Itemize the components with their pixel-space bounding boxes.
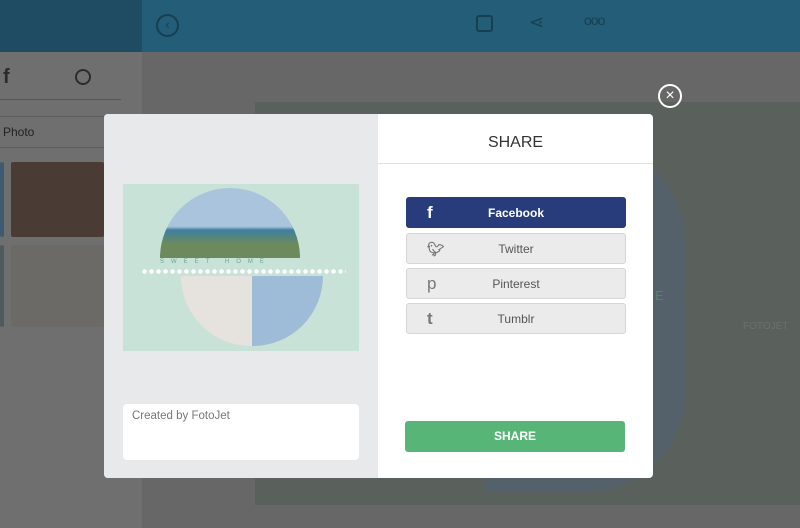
tumblr-label: Tumblr (497, 312, 535, 326)
save-icon[interactable] (476, 15, 493, 32)
twitter-icon: 🐦︎ (427, 241, 445, 257)
more-icon[interactable]: ooo (584, 12, 605, 28)
tumblr-icon: t (427, 309, 433, 328)
facebook-icon[interactable]: f (3, 66, 10, 89)
canvas-watermark: FOTOJET (743, 321, 789, 332)
pinterest-button[interactable]: p Pinterest (406, 268, 626, 299)
share-icon[interactable]: ⋖ (529, 12, 544, 33)
back-icon[interactable]: ‹ (156, 14, 179, 37)
collage-preview: SWEET HOME (123, 184, 359, 351)
close-icon[interactable]: × (658, 84, 682, 108)
pinterest-icon: p (427, 274, 437, 293)
share-button[interactable]: SHARE (405, 421, 625, 452)
dot-row (141, 269, 346, 274)
pinterest-label: Pinterest (492, 277, 540, 291)
topbar-left (0, 0, 142, 52)
caption-input[interactable] (123, 404, 359, 460)
facebook-button[interactable]: f Facebook (406, 197, 626, 228)
preview-panel: SWEET HOME (104, 114, 378, 478)
collage-title: SWEET HOME (160, 259, 271, 265)
photo-thumbnail[interactable] (0, 245, 4, 327)
collage-bottom-half (181, 276, 323, 346)
canvas-letter: E (655, 288, 664, 303)
collage-top-half (160, 188, 300, 258)
tumblr-button[interactable]: t Tumblr (406, 303, 626, 334)
divider (0, 99, 121, 100)
photo-thumbnail[interactable] (0, 162, 4, 237)
photo-thumbnail[interactable] (11, 245, 104, 327)
toolbar: ‹ ⋖ ooo (142, 0, 800, 52)
dialog-title: SHARE (378, 114, 653, 164)
facebook-label: Facebook (487, 206, 544, 220)
globe-icon[interactable] (75, 69, 91, 85)
share-dialog: SWEET HOME SHARE f Facebook 🐦︎ Twitter p Pi… (104, 114, 653, 478)
photo-thumbnail[interactable] (11, 162, 104, 237)
twitter-label: Twitter (498, 242, 534, 256)
twitter-button[interactable]: 🐦︎ Twitter (406, 233, 626, 264)
facebook-icon: f (427, 203, 433, 222)
